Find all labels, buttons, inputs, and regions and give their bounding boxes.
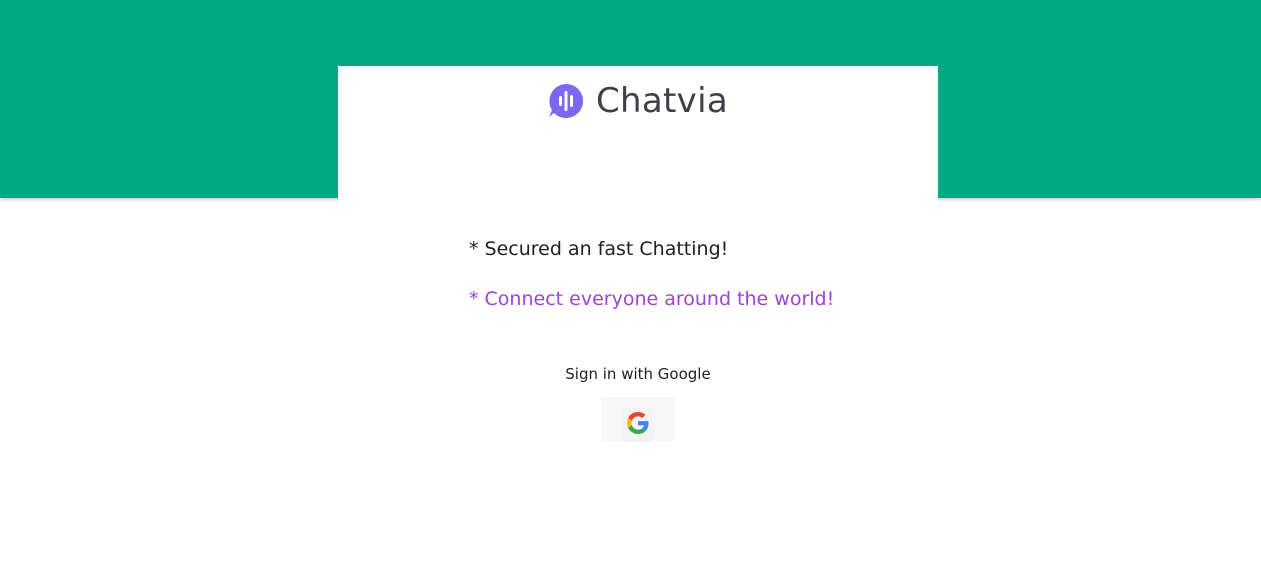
tagline-secure: * Secured an fast Chatting! [469,238,729,260]
google-icon-tile [621,408,655,442]
brand-name: Chatvia [596,81,728,121]
tagline-connect: * Connect everyone around the world! [469,288,835,310]
google-g-icon [627,412,649,438]
sign-in-label: Sign in with Google [565,365,711,383]
login-page: Chatvia * Secured an fast Chatting! * Co… [0,0,1261,568]
google-sign-in-button[interactable] [601,397,675,442]
chat-bubble-waveform-icon [548,83,584,119]
brand-logo: Chatvia [548,81,728,121]
